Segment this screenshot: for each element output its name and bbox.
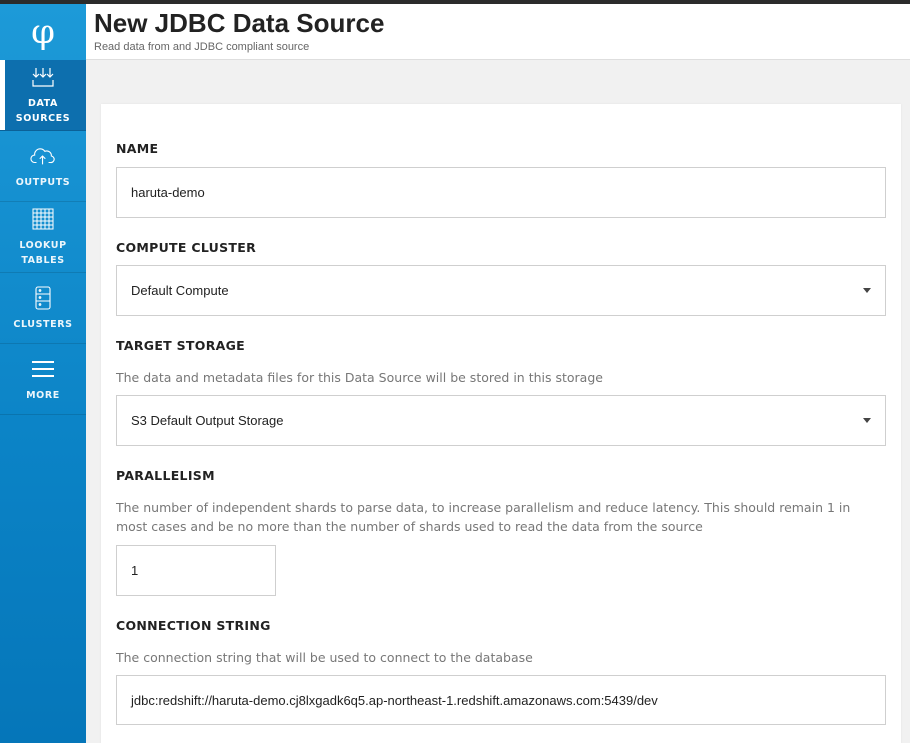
compute-cluster-select[interactable]: Default Compute bbox=[116, 265, 886, 316]
app-logo[interactable]: φ bbox=[0, 4, 86, 60]
target-storage-value: S3 Default Output Storage bbox=[131, 413, 284, 428]
chevron-down-icon bbox=[863, 288, 871, 293]
chevron-down-icon bbox=[863, 418, 871, 423]
compute-cluster-label: COMPUTE CLUSTER bbox=[116, 240, 257, 255]
sidebar-item-label: MORE bbox=[26, 389, 60, 401]
compute-cluster-value: Default Compute bbox=[131, 283, 229, 298]
data-source-form: NAME haruta-demo COMPUTE CLUSTER Default… bbox=[101, 104, 901, 743]
connection-string-label: CONNECTION STRING bbox=[116, 618, 271, 633]
target-storage-description: The data and metadata files for this Dat… bbox=[116, 370, 603, 385]
server-stack-icon bbox=[30, 285, 56, 311]
page-subtitle: Read data from and JDBC compliant source bbox=[94, 41, 310, 53]
hamburger-menu-icon bbox=[30, 356, 56, 382]
sidebar-item-label: LOOKUP TABLES bbox=[19, 240, 67, 266]
sidebar-item-label: OUTPUTS bbox=[15, 176, 71, 188]
sidebar-item-data-sources[interactable]: DATA SOURCES bbox=[0, 60, 86, 131]
parallelism-label: PARALLELISM bbox=[116, 468, 215, 483]
sidebar: φ DATA SOURCES OUTPUTS LOOKUP TABLES CLU… bbox=[0, 4, 86, 743]
target-storage-label: TARGET STORAGE bbox=[116, 338, 245, 353]
parallelism-description: The number of independent shards to pars… bbox=[116, 500, 851, 534]
connection-string-input[interactable]: jdbc:redshift://haruta-demo.cj8lxgadk6q5… bbox=[116, 675, 886, 725]
connection-string-description: The connection string that will be used … bbox=[116, 650, 533, 665]
parallelism-input[interactable]: 1 bbox=[116, 545, 276, 596]
sidebar-item-outputs[interactable]: OUTPUTS bbox=[0, 131, 86, 202]
page-title: New JDBC Data Source bbox=[94, 8, 385, 38]
sidebar-item-lookup-tables[interactable]: LOOKUP TABLES bbox=[0, 202, 86, 273]
sidebar-item-clusters[interactable]: CLUSTERS bbox=[0, 273, 86, 344]
sidebar-item-more[interactable]: MORE bbox=[0, 344, 86, 415]
grid-table-icon bbox=[30, 206, 56, 232]
target-storage-select[interactable]: S3 Default Output Storage bbox=[116, 395, 886, 446]
data-sources-icon bbox=[30, 64, 56, 90]
name-label: NAME bbox=[116, 141, 159, 156]
sidebar-item-label: DATA SOURCES bbox=[15, 98, 71, 124]
name-input[interactable]: haruta-demo bbox=[116, 167, 886, 218]
page-header: New JDBC Data Source Read data from and … bbox=[86, 4, 910, 60]
cloud-upload-icon bbox=[30, 143, 56, 169]
sidebar-item-label: CLUSTERS bbox=[13, 318, 73, 330]
